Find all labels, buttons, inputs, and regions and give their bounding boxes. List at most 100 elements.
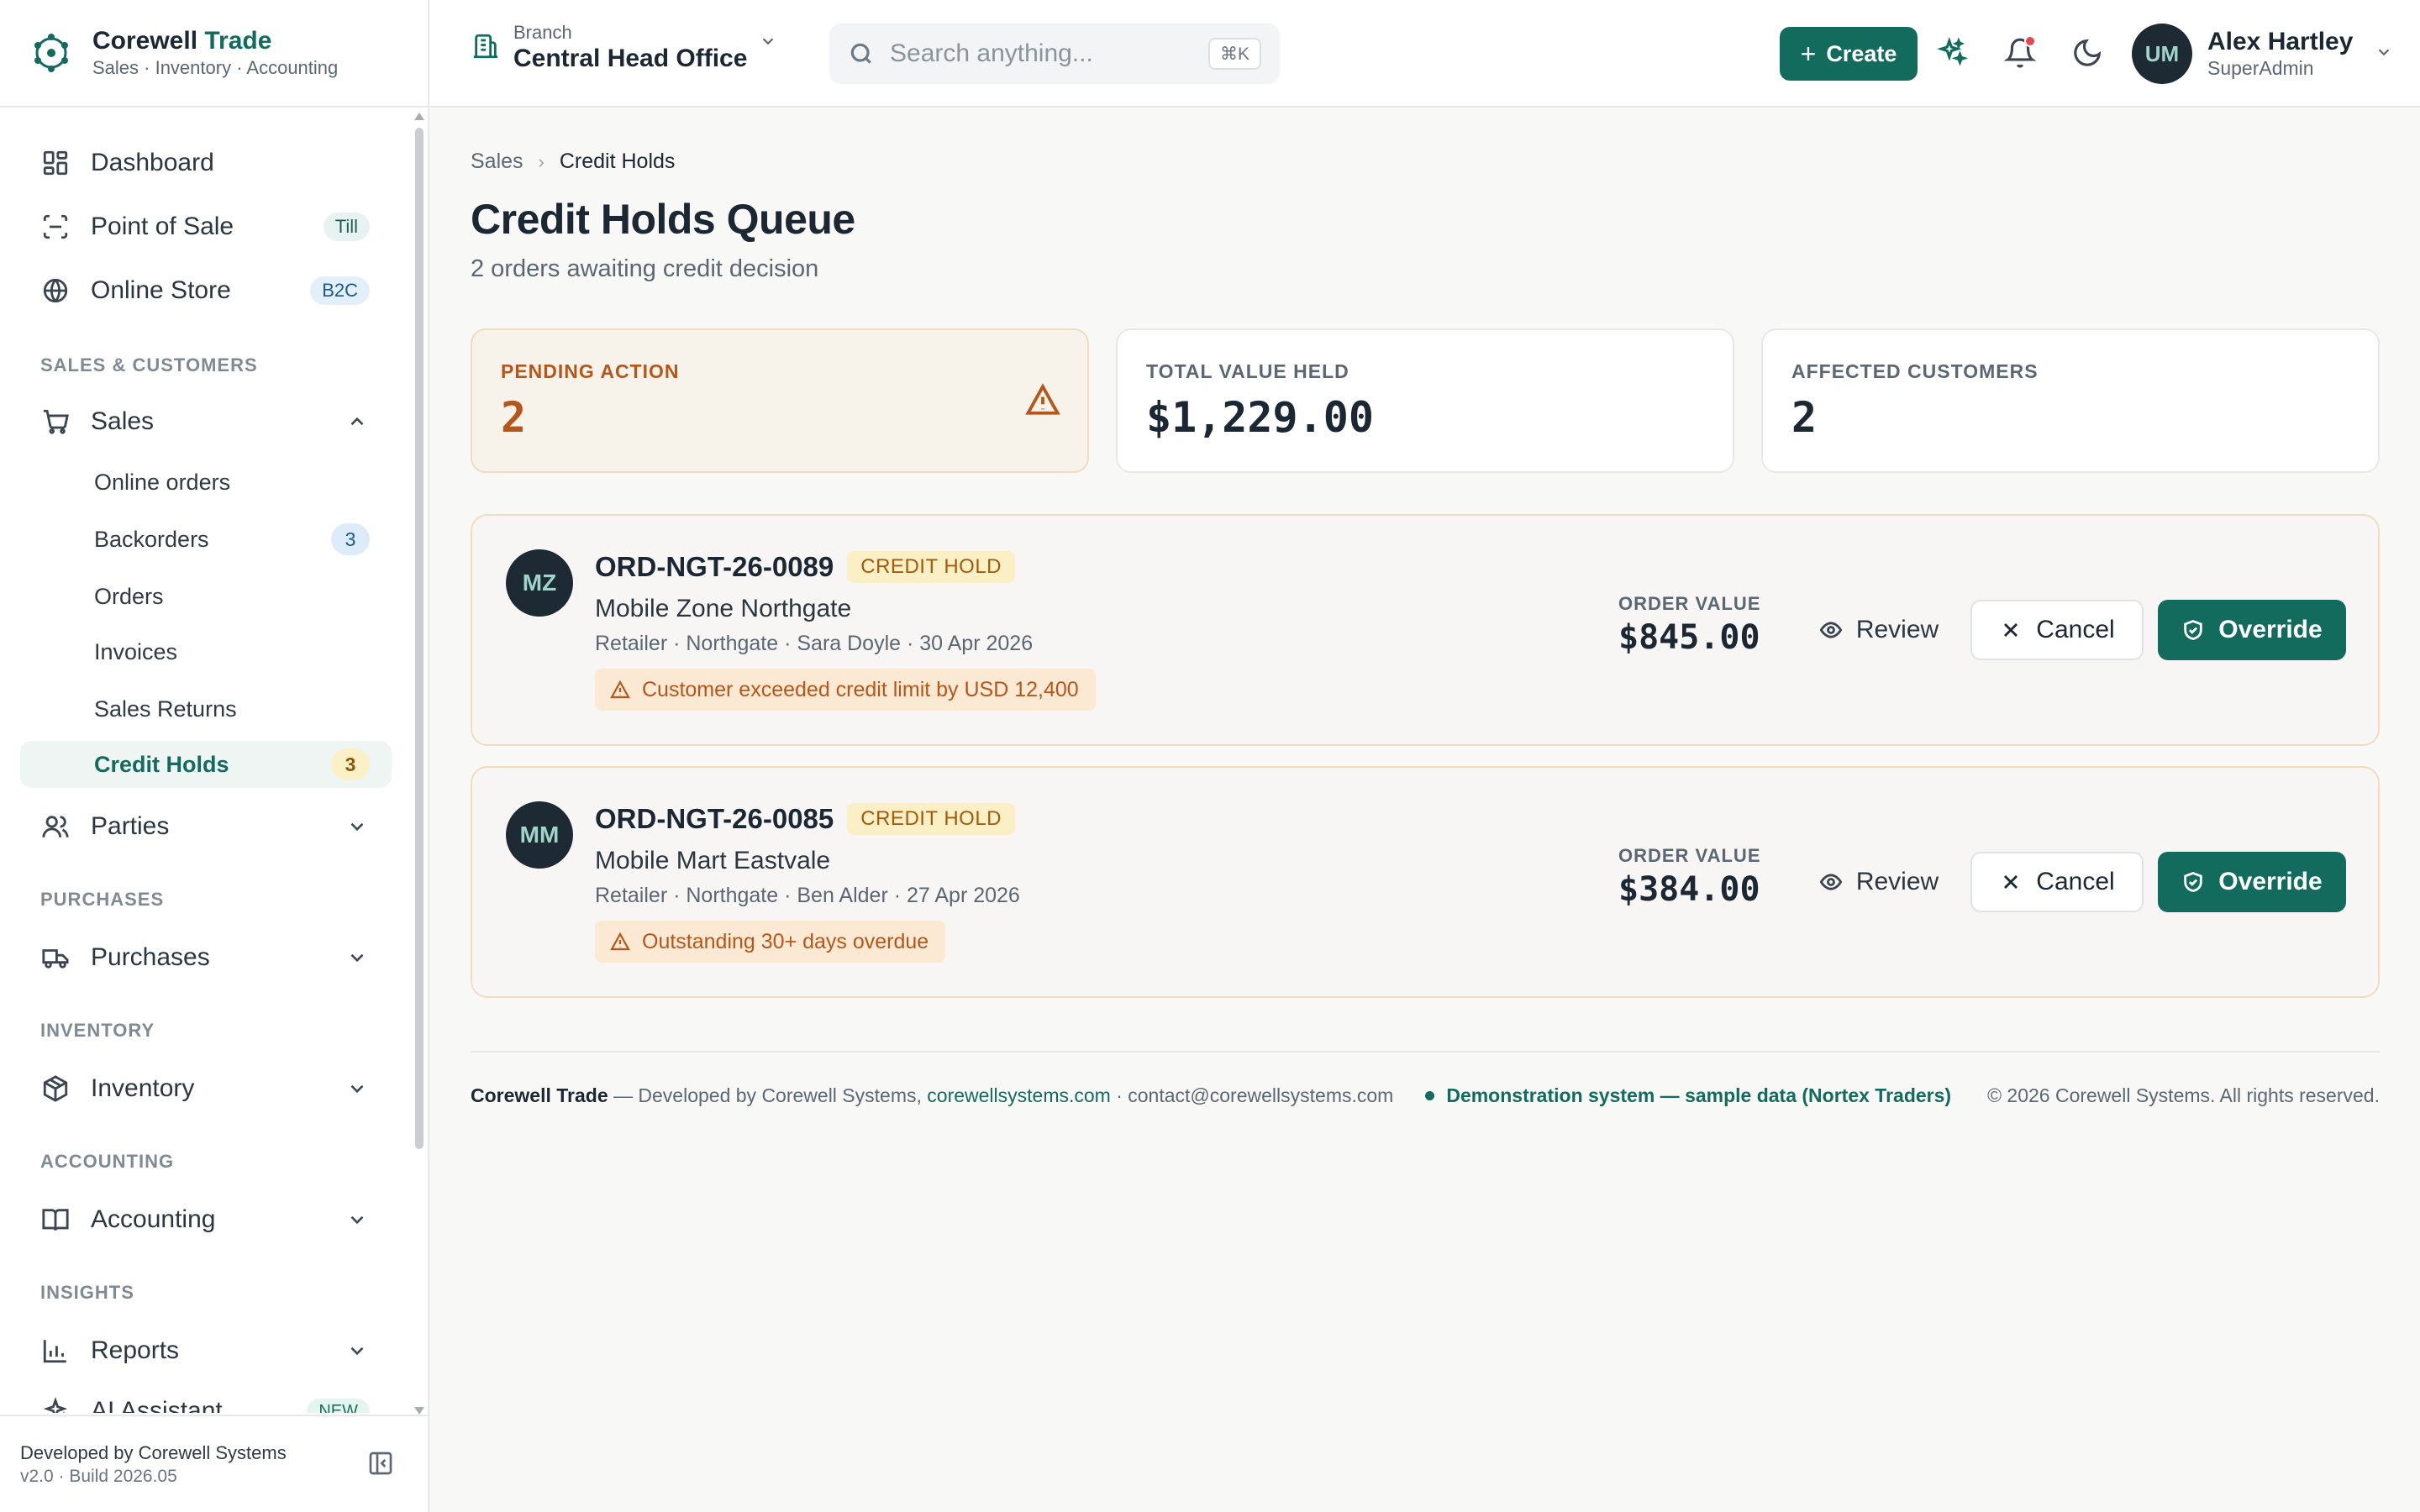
warning-icon [610,932,630,951]
sidebar-item-label: Online orders [94,469,231,495]
sidebar-scroll-thumb[interactable] [415,128,424,1149]
users-icon [40,811,71,842]
sidebar-item-ai-assistant[interactable]: AI Assistant NEW [20,1384,392,1413]
sidebar-item-accounting[interactable]: Accounting [20,1193,392,1247]
sidebar-item-label: Accounting [91,1205,216,1233]
sidebar-item-credit-holds[interactable]: Credit Holds 3 [20,741,392,788]
sidebar-item-label: Reports [91,1336,180,1364]
chevron-down-icon [346,1078,368,1100]
customer-name: Mobile Zone Northgate [595,595,852,622]
sidebar-item-label: Inventory [91,1074,195,1102]
stat-value: 2 [501,393,527,442]
branch-label: Branch [513,22,572,43]
panel-collapse-icon [369,1452,392,1475]
override-button[interactable]: Override [2158,852,2346,912]
brand-name-part2: Trade [204,27,272,55]
stat-value: 2 [1791,393,1818,442]
hold-reason-text: Customer exceeded credit limit by USD 12… [642,677,1079,701]
section-label-accounting: ACCOUNTING [40,1151,175,1172]
sidebar-item-online-orders[interactable]: Online orders [20,459,392,506]
warning-icon [610,680,630,699]
sidebar-item-label: AI Assistant [91,1397,223,1413]
override-button-label: Override [2218,868,2323,895]
search-box[interactable]: ⌘K [829,24,1280,84]
book-icon [40,1205,71,1235]
status-dot-icon [1425,1091,1435,1100]
notifications-button[interactable] [2003,35,2038,71]
theme-toggle-button[interactable] [2071,37,2105,71]
cancel-button[interactable]: Cancel [1970,600,2144,660]
footer-website-link[interactable]: corewellsystems.com [927,1084,1111,1107]
ai-sparkles-button[interactable] [1936,36,1970,71]
brand-logo-icon [34,34,68,72]
brand-name-part1: Corewell [92,27,198,55]
scroll-up-arrow-icon[interactable] [414,113,424,120]
customer-avatar: MZ [506,549,573,617]
order-meta: Retailer · Northgate · Ben Alder · 27 Ap… [595,884,1020,907]
sidebar-item-purchases[interactable]: Purchases [20,931,392,984]
credit-holds-count-badge: 3 [331,748,370,780]
close-icon [2004,875,2018,889]
stat-label: TOTAL VALUE HELD [1146,360,1349,382]
sidebar-item-label: Backorders [94,526,209,552]
stat-card-affected-customers: AFFECTED CUSTOMERS 2 [1761,328,2380,473]
shield-check-icon [2184,872,2203,892]
user-name: Alex Hartley [2207,28,2354,55]
search-input[interactable] [890,39,1192,68]
order-value-amount: $845.00 [1618,618,1760,657]
sidebar-item-online-store[interactable]: Online Store B2C [20,264,392,318]
sidebar-item-inventory[interactable]: Inventory [20,1062,392,1116]
review-button[interactable]: Review [1795,852,1963,912]
footer-brand: Corewell Trade [471,1084,608,1106]
stat-card-pending-action: PENDING ACTION 2 [471,328,1089,473]
chevron-right-icon: › [538,150,544,172]
sidebar-item-label: Dashboard [91,149,214,176]
branch-selector[interactable]: Branch Central Head Office [471,22,777,74]
b2c-badge: B2C [310,276,370,305]
scroll-down-arrow-icon[interactable] [414,1407,424,1415]
backorders-count-badge: 3 [331,523,370,555]
collapse-sidebar-button[interactable] [367,1450,394,1477]
page-subtitle: 2 orders awaiting credit decision [471,255,819,282]
cancel-button[interactable]: Cancel [1970,852,2144,912]
sidebar-scrollbar[interactable] [413,113,424,1415]
truck-icon [40,942,71,973]
sidebar-item-parties[interactable]: Parties [20,800,392,853]
order-id[interactable]: ORD-NGT-26-0089 [595,551,834,583]
chevron-down-icon [346,1209,368,1231]
create-button[interactable]: + Create [1780,27,1918,81]
credit-hold-badge: CREDIT HOLD [847,803,1016,835]
brand[interactable]: Corewell Trade Sales · Inventory · Accou… [0,0,428,108]
sidebar-item-label: Parties [91,812,170,840]
page-footer: Corewell Trade — Developed by Corewell S… [471,1084,2380,1107]
breadcrumb-link-sales[interactable]: Sales [471,150,523,174]
chevron-down-icon [346,1340,368,1362]
override-button[interactable]: Override [2158,600,2346,660]
order-card: MM ORD-NGT-26-0085 CREDIT HOLD Mobile Ma… [471,766,2380,998]
sidebar-item-invoices[interactable]: Invoices [20,628,392,675]
footer-contact[interactable]: · contact@corewellsystems.com [1111,1084,1393,1107]
footer-dev-text: — Developed by Corewell Systems, [608,1084,928,1106]
sidebar-item-label: Point of Sale [91,213,234,240]
close-icon [2004,623,2018,637]
warning-icon [1025,382,1060,422]
breadcrumb: Sales › Credit Holds [471,150,675,174]
sidebar-footer: Developed by Corewell Systems v2.0 · Bui… [0,1415,428,1512]
review-button[interactable]: Review [1795,600,1963,660]
user-menu[interactable]: UM Alex Hartley SuperAdmin [2132,24,2393,84]
sidebar-item-sales-returns[interactable]: Sales Returns [20,685,392,732]
user-role: SuperAdmin [2207,57,2314,79]
order-id[interactable]: ORD-NGT-26-0085 [595,803,834,835]
sidebar-item-orders[interactable]: Orders [20,573,392,620]
sidebar-item-dashboard[interactable]: Dashboard [20,136,392,190]
chevron-down-icon [346,947,368,969]
customer-avatar: MM [506,801,573,869]
sidebar-item-backorders[interactable]: Backorders 3 [20,516,392,563]
sidebar-item-point-of-sale[interactable]: Point of Sale Till [20,200,392,254]
sidebar-nav: Dashboard Point of Sale Till Online Stor… [0,108,412,1413]
order-value: ORDER VALUE $384.00 [1618,845,1761,909]
order-value-label: ORDER VALUE [1618,845,1761,866]
sidebar-item-reports[interactable]: Reports [20,1324,392,1378]
chevron-down-icon [759,32,777,55]
sidebar-item-sales[interactable]: Sales [20,395,392,449]
